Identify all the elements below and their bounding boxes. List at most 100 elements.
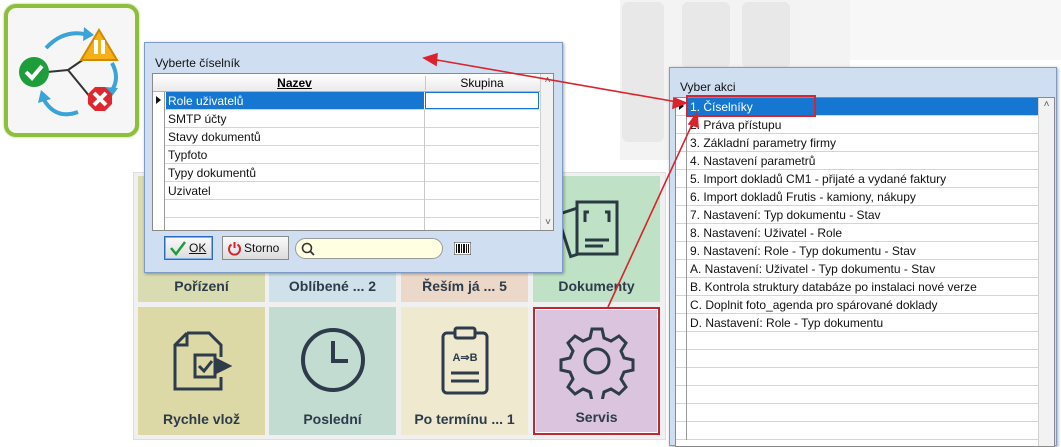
row-pointer-icon [679, 102, 684, 110]
list-item-label: 3. Základní parametry firmy [690, 136, 837, 150]
cancel-button[interactable]: Storno [222, 236, 289, 260]
table-row[interactable] [153, 200, 539, 218]
row-indicator [676, 116, 687, 134]
ok-label: OK [189, 241, 207, 255]
list-item[interactable]: 8. Nastavení: Uživatel - Role [676, 224, 1038, 242]
table-row[interactable]: SMTP účty [153, 110, 539, 128]
list-item-label: 5. Import dokladů CM1 - přijaté a vydané… [690, 172, 947, 186]
row-indicator [153, 146, 165, 164]
table-row[interactable]: Typy dokumentů [153, 164, 539, 182]
check-icon [170, 241, 186, 256]
table-row[interactable]: Uzivatel [153, 182, 539, 200]
list-item-label: 4. Nastavení parametrů [690, 154, 816, 168]
list-item-label: B. Kontrola struktury databáze po instal… [690, 280, 977, 294]
list-item[interactable]: 6. Import dokladů Frutis - kamiony, náku… [676, 188, 1038, 206]
row-indicator [153, 128, 165, 146]
tile-label: Pořízení [174, 278, 229, 294]
document-import-icon [173, 331, 232, 391]
background-shape [742, 2, 790, 68]
list-item[interactable] [676, 422, 1038, 440]
row-indicator [676, 134, 687, 152]
power-icon [228, 241, 241, 256]
column-separator [424, 164, 425, 182]
list-item[interactable]: 2. Práva přístupu [676, 116, 1038, 134]
table-row[interactable]: Stavy dokumentů [153, 128, 539, 146]
row-label: Role uživatelů [168, 94, 244, 108]
row-label: Stavy dokumentů [168, 130, 261, 144]
table-row[interactable]: Role uživatelů [153, 92, 539, 110]
tile-posledni[interactable]: Poslední [269, 307, 396, 435]
list-item-label: D. Nastavení: Role - Typ dokumentu [690, 316, 884, 330]
row-label: Typfoto [168, 148, 208, 162]
row-pointer-icon [156, 96, 161, 104]
list-item[interactable] [676, 386, 1038, 404]
row-indicator [676, 152, 687, 170]
search-input[interactable] [295, 238, 443, 259]
tile-label: Rychle vlož [162, 411, 241, 427]
list-item[interactable]: B. Kontrola struktury databáze po instal… [676, 278, 1038, 296]
list-item[interactable]: 5. Import dokladů CM1 - přijaté a vydané… [676, 170, 1038, 188]
list-item[interactable]: C. Doplnit foto_agenda pro spárované dok… [676, 296, 1038, 314]
list-item-label: 9. Nastavení: Role - Typ dokumentu - Sta… [690, 244, 916, 258]
list-item[interactable] [676, 404, 1038, 422]
list-item[interactable]: D. Nastavení: Role - Typ dokumentu [676, 314, 1038, 332]
scroll-down-icon[interactable]: ˅ [541, 216, 553, 230]
cell-skupina[interactable] [425, 92, 539, 109]
list-item[interactable] [676, 350, 1038, 368]
scroll-up-icon[interactable]: ˄ [541, 74, 553, 88]
list-item[interactable] [676, 332, 1038, 350]
action-list: D. Nastavení: Role - Typ dokumentu C. Dop… [675, 97, 1055, 447]
list-item[interactable]: 9. Nastavení: Role - Typ dokumentu - Sta… [676, 242, 1038, 260]
row-indicator [153, 110, 165, 128]
list-item[interactable]: 7. Nastavení: Typ dokumentu - Stav [676, 206, 1038, 224]
row-indicator [153, 92, 165, 110]
svg-text:A⇒B: A⇒B [452, 352, 477, 364]
row-indicator [676, 350, 687, 368]
app-logo [4, 4, 139, 137]
table-row[interactable] [153, 218, 539, 230]
list-item-label: 2. Práva přístupu [690, 118, 782, 132]
row-indicator [676, 206, 687, 224]
list-item[interactable]: 4. Nastavení parametrů [676, 152, 1038, 170]
column-header-skupina[interactable]: Skupina [425, 76, 538, 90]
ok-button[interactable]: OK [164, 236, 213, 260]
row-indicator [676, 278, 687, 296]
cancel-label: Storno [244, 241, 280, 255]
tile-label: Řeším já ... 5 [422, 278, 507, 294]
dialog-title: Vyber akci [680, 80, 736, 94]
row-indicator [676, 314, 687, 332]
grid-header: Nazev Skupina [153, 74, 553, 92]
row-label: Uzivatel [168, 184, 211, 198]
column-separator [424, 218, 425, 230]
gear-icon [559, 327, 634, 399]
column-separator [424, 128, 425, 146]
scroll-up-icon[interactable]: ˄ [1039, 98, 1054, 112]
row-indicator [676, 260, 687, 278]
row-indicator [676, 296, 687, 314]
dialog-title: Vyberte číselník [155, 56, 240, 70]
barcode-icon[interactable] [454, 242, 471, 255]
row-label: Typy dokumentů [168, 166, 257, 180]
row-indicator [153, 164, 165, 182]
row-indicator [676, 224, 687, 242]
row-indicator [676, 422, 687, 440]
tile-po-terminu[interactable]: A⇒B Po termínu ... 1 [401, 307, 528, 435]
vertical-scrollbar[interactable]: ˄ ˅ [540, 74, 553, 230]
list-item[interactable]: A. Nastavení: Uživatel - Typ dokumentu -… [676, 260, 1038, 278]
column-header-nazev[interactable]: Nazev [165, 76, 424, 90]
table-row[interactable]: Typfoto [153, 146, 539, 164]
dialog-ciselnik: Vyberte číselník Nazev Skupina Role uživ… [144, 42, 563, 273]
row-indicator [676, 404, 687, 422]
column-separator [424, 182, 425, 200]
list-item-label: A. Nastavení: Uživatel - Typ dokumentu -… [690, 262, 936, 276]
list-item[interactable] [676, 368, 1038, 386]
tile-servis[interactable]: Servis [533, 307, 660, 435]
vertical-scrollbar[interactable]: ˄ [1038, 98, 1054, 446]
row-indicator [153, 200, 165, 218]
list-item[interactable]: 3. Základní parametry firmy [676, 134, 1038, 152]
tile-rychle-vloz[interactable]: Rychle vlož [138, 307, 265, 435]
row-indicator [676, 188, 687, 206]
tile-label: Oblíbené ... 2 [288, 278, 377, 294]
list-item-label: 8. Nastavení: Uživatel - Role [690, 226, 843, 240]
background-panel [850, 0, 1061, 60]
